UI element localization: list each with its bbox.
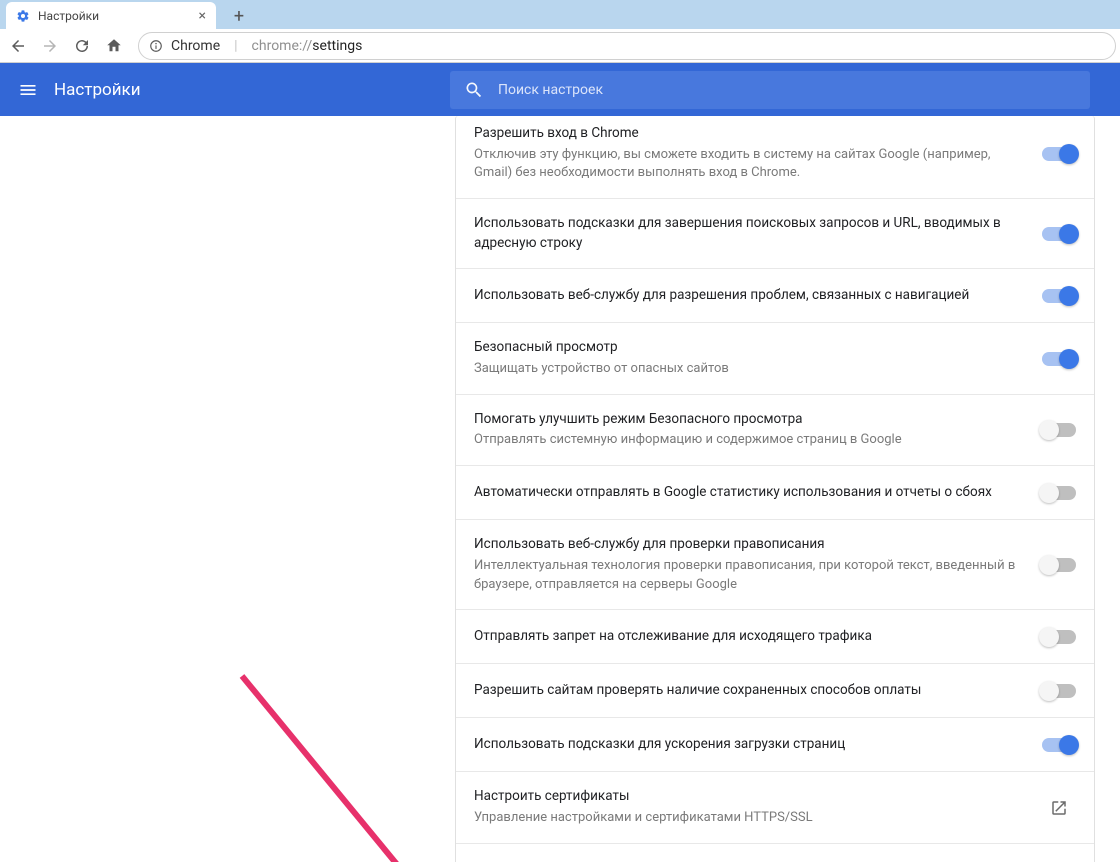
row-subtitle: Отправлять системную информацию и содерж… (474, 431, 1028, 450)
row-subtitle: Интеллектуальная технология проверки пра… (474, 557, 1028, 595)
toggle-switch[interactable] (1042, 227, 1076, 241)
row-text: Разрешить вход в ChromeОтключив эту функ… (474, 124, 1028, 183)
row-text: Использовать веб-службу для разрешения п… (474, 286, 1028, 306)
row-text: Настроить сертификаты Управление настройк… (474, 787, 1028, 827)
row-text: Использовать подсказки для завершения по… (474, 214, 1028, 253)
settings-row: Использовать подсказки для ускорения заг… (456, 718, 1094, 772)
tab-bar: Настройки × + (0, 0, 1120, 29)
url-scheme: chrome:// (252, 38, 313, 54)
row-title: Отправлять запрет на отслеживание для ис… (474, 627, 1028, 647)
row-subtitle: Защищать устройство от опасных сайтов (474, 360, 1028, 379)
settings-row: Помогать улучшить режим Безопасного прос… (456, 395, 1094, 466)
forward-button[interactable] (36, 32, 64, 60)
row-title: Разрешить сайтам проверять наличие сохра… (474, 681, 1028, 701)
row-text: Разрешить сайтам проверять наличие сохра… (474, 681, 1028, 701)
tab-title: Настройки (38, 9, 191, 23)
back-button[interactable] (4, 32, 32, 60)
settings-row: Разрешить вход в ChromeОтключив эту функ… (456, 116, 1094, 199)
close-icon[interactable]: × (199, 8, 206, 24)
row-text: Автоматически отправлять в Google статис… (474, 483, 1028, 503)
row-text: Безопасный просмотр Защищать устройство о… (474, 338, 1028, 378)
browser-toolbar: Chrome | chrome://settings (0, 29, 1120, 63)
external-link-icon[interactable] (1042, 799, 1076, 817)
toggle-switch[interactable] (1042, 352, 1076, 366)
url-browser: Chrome (171, 38, 220, 54)
url-path: settings (312, 38, 362, 54)
page-title: Настройки (54, 80, 141, 100)
app-header: Настройки (0, 63, 1120, 116)
row-subtitle: Отключив эту функцию, вы сможете входить… (474, 146, 1028, 184)
page-info-icon[interactable] (149, 39, 163, 53)
toggle-switch[interactable] (1042, 630, 1076, 644)
row-title: Использовать веб-службу для проверки пра… (474, 535, 1028, 555)
row-title: Настроить сертификаты (474, 787, 1028, 807)
toggle-switch[interactable] (1042, 147, 1076, 161)
settings-row: Использовать веб-службу для разрешения п… (456, 269, 1094, 323)
settings-row: Разрешить сайтам проверять наличие сохра… (456, 664, 1094, 718)
home-button[interactable] (100, 32, 128, 60)
row-title: Использовать веб-службу для разрешения п… (474, 286, 1028, 306)
menu-button[interactable] (10, 72, 46, 108)
search-icon (464, 80, 484, 100)
settings-row: Использовать веб-службу для проверки пра… (456, 520, 1094, 610)
settings-app: Настройки Разрешить вход в ChromeОтключи… (0, 63, 1120, 862)
new-tab-button[interactable]: + (226, 5, 252, 27)
row-subtitle: Управление настройками и сертификатами H… (474, 809, 1028, 828)
settings-content: Разрешить вход в ChromeОтключив эту функ… (0, 116, 1120, 862)
settings-row: Безопасный просмотр Защищать устройство о… (456, 323, 1094, 394)
reload-button[interactable] (68, 32, 96, 60)
row-title: Использовать подсказки для завершения по… (474, 214, 1028, 253)
annotation-arrow (236, 672, 456, 862)
toggle-switch[interactable] (1042, 558, 1076, 572)
row-text: Использовать подсказки для ускорения заг… (474, 735, 1028, 755)
toggle-switch[interactable] (1042, 423, 1076, 437)
search-input[interactable] (498, 82, 1076, 98)
row-text: Отправлять запрет на отслеживание для ис… (474, 627, 1028, 647)
settings-row[interactable]: Настроить сертификаты Управление настройк… (456, 772, 1094, 843)
privacy-panel: Разрешить вход в ChromeОтключив эту функ… (455, 116, 1095, 862)
toggle-switch[interactable] (1042, 289, 1076, 303)
settings-row[interactable]: Настройки контентаВыбрать, какие данные … (456, 844, 1094, 862)
row-title: Помогать улучшить режим Безопасного прос… (474, 410, 1028, 430)
row-title: Безопасный просмотр (474, 338, 1028, 358)
settings-gear-icon (16, 9, 30, 23)
toggle-switch[interactable] (1042, 738, 1076, 752)
address-bar[interactable]: Chrome | chrome://settings (138, 32, 1116, 60)
row-title: Использовать подсказки для ускорения заг… (474, 735, 1028, 755)
row-text: Помогать улучшить режим Безопасного прос… (474, 410, 1028, 450)
settings-row: Отправлять запрет на отслеживание для ис… (456, 610, 1094, 664)
toggle-switch[interactable] (1042, 486, 1076, 500)
row-title: Разрешить вход в Chrome (474, 124, 1028, 144)
settings-row: Использовать подсказки для завершения по… (456, 199, 1094, 269)
toggle-switch[interactable] (1042, 684, 1076, 698)
settings-search[interactable] (450, 71, 1090, 109)
row-title: Автоматически отправлять в Google статис… (474, 483, 1028, 503)
browser-tab[interactable]: Настройки × (6, 2, 216, 29)
row-text: Использовать веб-службу для проверки пра… (474, 535, 1028, 594)
settings-row: Автоматически отправлять в Google статис… (456, 466, 1094, 520)
